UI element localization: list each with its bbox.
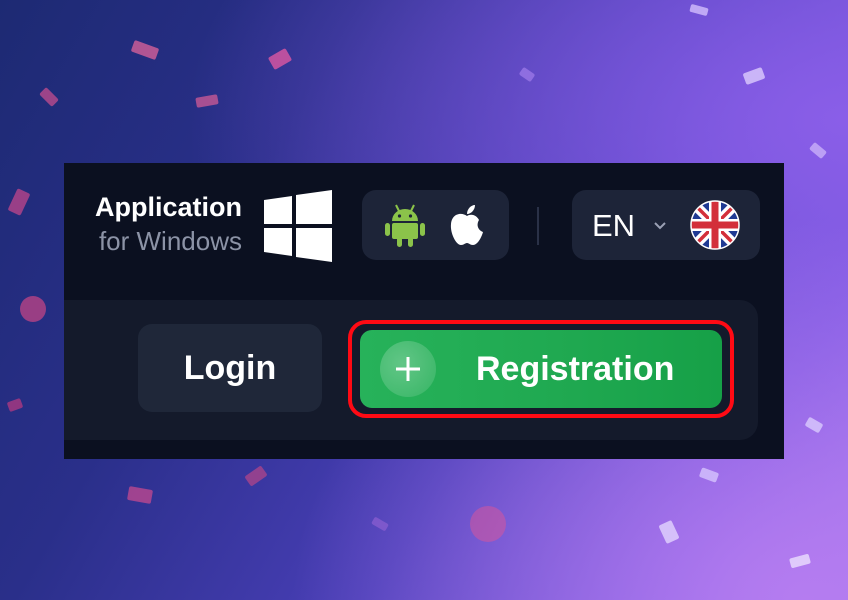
- confetti-piece: [689, 3, 709, 17]
- uk-flag-icon: [690, 200, 740, 250]
- plus-badge: [380, 341, 436, 397]
- confetti-piece: [6, 397, 24, 413]
- plus-icon: [396, 357, 420, 381]
- confetti-piece: [244, 465, 268, 487]
- confetti-piece: [130, 39, 160, 61]
- confetti-piece: [39, 87, 59, 107]
- confetti-piece: [808, 141, 828, 160]
- auth-bar: Login Registration: [64, 300, 758, 440]
- confetti-piece: [698, 467, 720, 483]
- chevron-down-icon: [654, 222, 666, 230]
- windows-icon[interactable]: [262, 190, 334, 262]
- confetti-piece: [742, 66, 766, 86]
- app-subtitle: for Windows: [98, 226, 242, 256]
- confetti-piece: [658, 519, 680, 545]
- confetti-piece: [518, 66, 536, 83]
- confetti-piece: [470, 506, 506, 542]
- confetti-piece: [371, 516, 389, 532]
- confetti-piece: [7, 188, 31, 216]
- windows-app-link-text[interactable]: Application for Windows: [95, 190, 242, 258]
- confetti-piece: [126, 486, 154, 504]
- language-selector[interactable]: EN: [572, 190, 760, 260]
- registration-label: Registration: [476, 350, 675, 388]
- confetti-piece: [267, 47, 293, 71]
- language-code: EN: [592, 208, 636, 243]
- confetti-piece: [789, 553, 811, 569]
- app-title: Application: [95, 192, 242, 222]
- confetti-piece: [804, 416, 824, 434]
- apple-icon[interactable]: [444, 202, 490, 248]
- registration-button[interactable]: Registration: [360, 330, 722, 408]
- login-button[interactable]: Login: [138, 324, 322, 412]
- confetti-piece: [195, 94, 219, 108]
- site-header-panel: Application for Windows EN Login Registr…: [64, 163, 784, 459]
- android-icon[interactable]: [382, 202, 428, 248]
- header-divider: [537, 207, 539, 245]
- mobile-apps-group: [362, 190, 509, 260]
- confetti-piece: [20, 296, 46, 322]
